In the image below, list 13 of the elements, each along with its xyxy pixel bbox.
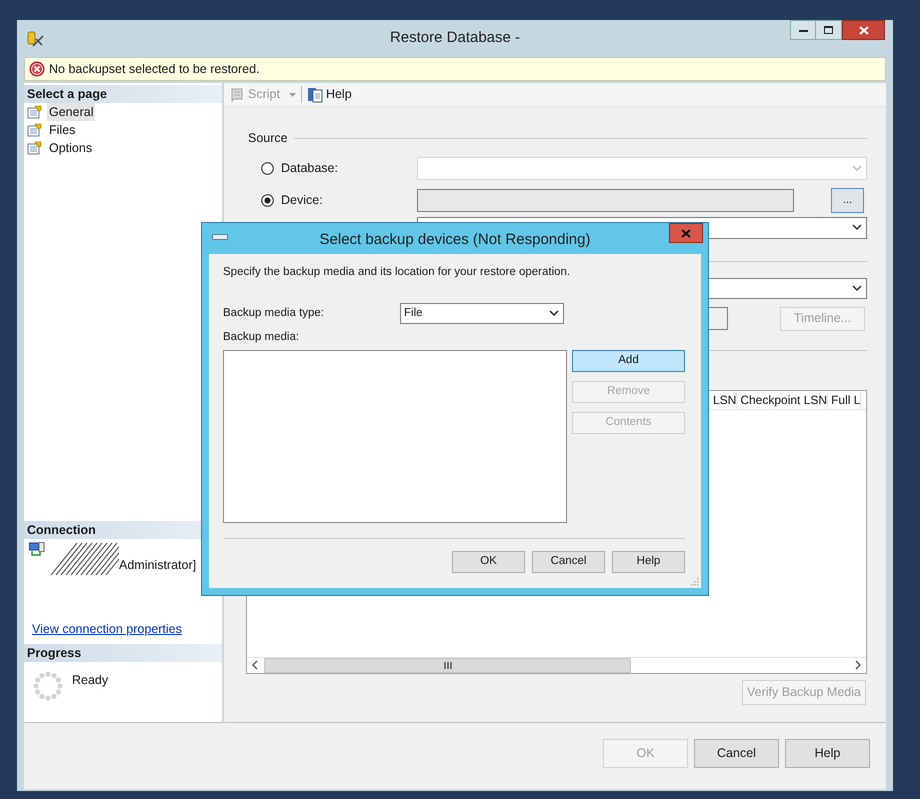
connection-user: Administrator]: [119, 557, 196, 574]
window-title: Restore Database -: [390, 28, 520, 48]
dialog-title: Select backup devices (Not Responding): [320, 230, 590, 250]
progress-status: Ready: [72, 672, 108, 689]
message-text: No backupset selected to be restored.: [49, 60, 260, 78]
radio-label: Device:: [281, 192, 323, 209]
section-header: Progress: [24, 644, 222, 662]
section-header: Select a page: [24, 85, 222, 103]
field-label: Backup media type:: [223, 306, 326, 321]
dialog-description: Specify the backup media and its location for your restore operation.: [223, 265, 570, 280]
group-title: Source: [248, 130, 288, 147]
field-label: Backup media:: [223, 330, 300, 346]
radio-label: Database:: [281, 160, 338, 177]
